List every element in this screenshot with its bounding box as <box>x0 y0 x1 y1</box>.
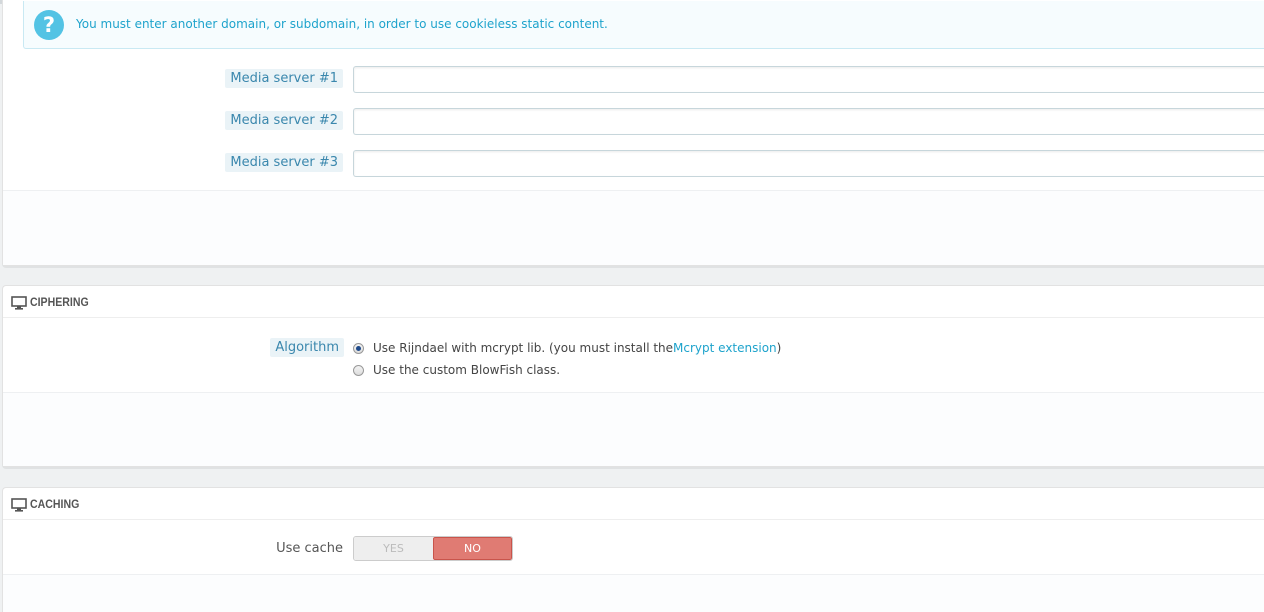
caching-panel: CACHING Use cache YES NO <box>2 487 1264 612</box>
media-server-1-input[interactable] <box>353 66 1264 93</box>
question-circle-icon: ? <box>34 10 64 40</box>
use-cache-switch[interactable]: YES NO <box>353 536 513 561</box>
use-cache-row: Use cache YES NO <box>3 536 1264 564</box>
media-server-row-1: Media server #1 <box>3 66 1264 94</box>
alert-text: You must enter another domain, or subdom… <box>76 17 608 31</box>
mcrypt-extension-link[interactable]: Mcrypt extension <box>673 341 777 355</box>
caching-title: CACHING <box>30 496 80 511</box>
radio-button-blowfish[interactable] <box>353 364 364 376</box>
monitor-icon <box>11 295 27 310</box>
media-server-3-input[interactable] <box>353 150 1264 177</box>
radio-button-rijndael[interactable] <box>353 342 364 354</box>
use-cache-yes-option[interactable]: YES <box>354 537 433 560</box>
ciphering-heading: CIPHERING <box>3 286 1264 318</box>
media-server-1-label: Media server #1 <box>225 69 343 88</box>
algorithm-label: Algorithm <box>270 338 344 357</box>
panel-footer <box>3 190 1264 265</box>
ciphering-title: CIPHERING <box>30 294 89 309</box>
media-servers-panel: ? You must enter another domain, or subd… <box>2 0 1264 266</box>
monitor-icon <box>11 497 27 512</box>
info-alert: ? You must enter another domain, or subd… <box>23 1 1264 49</box>
media-server-2-label: Media server #2 <box>225 111 343 130</box>
media-server-2-input[interactable] <box>353 108 1264 135</box>
caching-heading: CACHING <box>3 488 1264 520</box>
panel-footer <box>3 392 1264 466</box>
radio-option-rijndael[interactable]: Use Rijndael with mcrypt lib. (you must … <box>353 341 781 355</box>
use-cache-no-option[interactable]: NO <box>432 537 512 560</box>
ciphering-panel: CIPHERING Algorithm Use Rijndael with mc… <box>2 285 1264 467</box>
media-server-row-2: Media server #2 <box>3 108 1264 136</box>
media-server-3-label: Media server #3 <box>225 153 343 172</box>
panel-footer <box>3 574 1264 612</box>
radio-option-blowfish[interactable]: Use the custom BlowFish class. <box>353 363 560 377</box>
option-blowfish-text: Use the custom BlowFish class. <box>373 363 561 377</box>
option-rijndael-suffix: ) <box>776 341 782 355</box>
use-cache-label: Use cache <box>276 541 343 556</box>
media-server-row-3: Media server #3 <box>3 150 1264 178</box>
option-rijndael-text: Use Rijndael with mcrypt lib. (you must … <box>373 341 674 355</box>
